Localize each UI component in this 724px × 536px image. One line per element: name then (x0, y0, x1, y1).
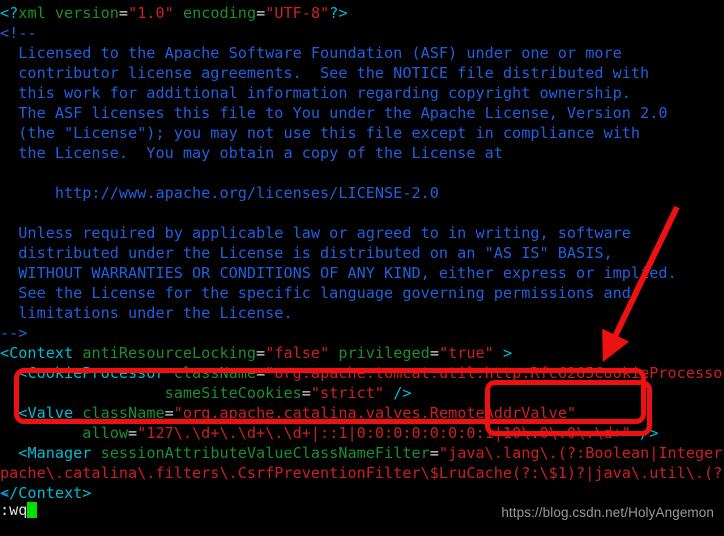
code-token: = (429, 344, 439, 362)
code-token: sessionAttributeValueClassNameFilter (100, 444, 430, 462)
code-token: <CookieProcessor (18, 364, 165, 382)
editor-line: distributed under the License is distrib… (0, 243, 724, 263)
editor-line: </Context> (0, 483, 724, 503)
editor-line: <!-- (0, 23, 724, 43)
code-token: "false" (265, 344, 330, 362)
code-token: WITHOUT WARRANTIES OR CONDITIONS OF ANY … (0, 264, 677, 282)
code-token: See the License for the specific languag… (0, 284, 631, 302)
code-token: = (301, 384, 311, 402)
code-token: > (503, 344, 513, 362)
code-token: "UTF-8" (265, 4, 330, 22)
editor-line: The ASF licenses this file to You under … (0, 103, 724, 123)
editor-line: the License. You may obtain a copy of th… (0, 143, 724, 163)
code-token: <? (0, 4, 19, 22)
code-token: version (54, 4, 119, 22)
code-token: <!-- (0, 24, 37, 42)
code-token: allow (82, 424, 129, 442)
code-token: = (164, 404, 174, 422)
vim-command-text: :wq (0, 501, 28, 519)
watermark-text: https://blog.csdn.net/HolyAngemon (501, 505, 714, 520)
editor-line: (the "License"); you may not use this fi… (0, 123, 724, 143)
code-token: Licensed to the Apache Software Foundati… (0, 44, 622, 62)
code-token: = (256, 4, 266, 22)
vim-command-line[interactable]: :wq (0, 500, 37, 520)
editor-line: allow="127\.\d+\.\d+\.\d+|::1|0:0:0:0:0:… (0, 423, 724, 443)
code-token: contributor license agreements. See the … (0, 64, 650, 82)
code-token: "java\.lang\.(?:Boolean|Integer| (438, 444, 724, 462)
editor-line: limitations under the License. (0, 303, 724, 323)
editor-line: --> (0, 323, 724, 343)
code-token: sameSiteCookies (164, 384, 302, 402)
code-token: encoding (182, 4, 257, 22)
editor-line: Unless required by applicable law or agr… (0, 223, 724, 243)
editor-line: this work for additional information reg… (0, 83, 724, 103)
editor-line: See the License for the specific languag… (0, 283, 724, 303)
code-token: "127\.\d+\.\d+\.\d+|::1|0:0:0:0:0:0:0:1|… (137, 424, 631, 442)
code-token: Unless required by applicable law or agr… (0, 224, 631, 242)
code-token: /> (640, 424, 659, 442)
code-token: limitations under the License. (0, 304, 293, 322)
code-token: = (128, 424, 138, 442)
editor-line: <?xml version="1.0" encoding="UTF-8"?> (0, 3, 724, 23)
code-token: "true" (438, 344, 494, 362)
editor-line: <CookieProcessor className="org.apache.t… (0, 363, 724, 383)
code-token: /> (393, 384, 412, 402)
code-token: <Valve (18, 404, 74, 422)
code-token: "org.apache.tomcat.util.http.Rfc6265Cook… (265, 364, 724, 382)
code-token: "org.apache.catalina.valves.RemoteAddrVa… (173, 404, 577, 422)
code-token: this work for additional information reg… (0, 84, 631, 102)
code-token: The ASF licenses this file to You under … (0, 104, 668, 122)
editor-line: <Manager sessionAttributeValueClassNameF… (0, 443, 724, 463)
code-token: "1.0" (128, 4, 174, 22)
code-token: distributed under the License is distrib… (0, 244, 613, 262)
editor-line: <Context antiResourceLocking="false" pri… (0, 343, 724, 363)
editor-buffer[interactable]: <?xml version="1.0" encoding="UTF-8"?> <!… (0, 3, 724, 503)
editor-line: sameSiteCookies="strict" /> (0, 383, 724, 403)
editor-line: pache\.catalina\.filters\.CsrfPrevention… (0, 463, 724, 483)
editor-line: http://www.apache.org/licenses/LICENSE-2… (0, 183, 724, 203)
code-token: = (256, 344, 266, 362)
code-token: (the "License"); you may not use this fi… (0, 124, 641, 142)
editor-line: contributor license agreements. See the … (0, 63, 724, 83)
editor-line: <Valve className="org.apache.catalina.va… (0, 403, 724, 423)
code-token: className (82, 404, 165, 422)
code-token: ?> (329, 4, 348, 22)
editor-line: Licensed to the Apache Software Foundati… (0, 43, 724, 63)
code-token: http://www.apache.org/licenses/LICENSE-2… (0, 184, 439, 202)
code-token: privileged (338, 344, 430, 362)
code-token: = (429, 444, 439, 462)
code-token: "strict" (310, 384, 385, 402)
code-token: = (256, 364, 266, 382)
code-token: className (173, 364, 257, 382)
code-token: --> (0, 324, 28, 342)
code-token: <Context (0, 344, 74, 362)
code-token: <Manager (18, 444, 92, 462)
editor-line: WITHOUT WARRANTIES OR CONDITIONS OF ANY … (0, 263, 724, 283)
code-token: = (118, 4, 129, 22)
terminal-cursor (27, 502, 37, 518)
code-token: the License. You may obtain a copy of th… (0, 144, 503, 162)
code-token: xml (18, 4, 46, 22)
code-token: antiResourceLocking (82, 344, 257, 362)
terminal-window[interactable]: <?xml version="1.0" encoding="UTF-8"?> <!… (0, 0, 724, 536)
code-token: pache\.catalina\.filters\.CsrfPrevention… (0, 464, 724, 482)
